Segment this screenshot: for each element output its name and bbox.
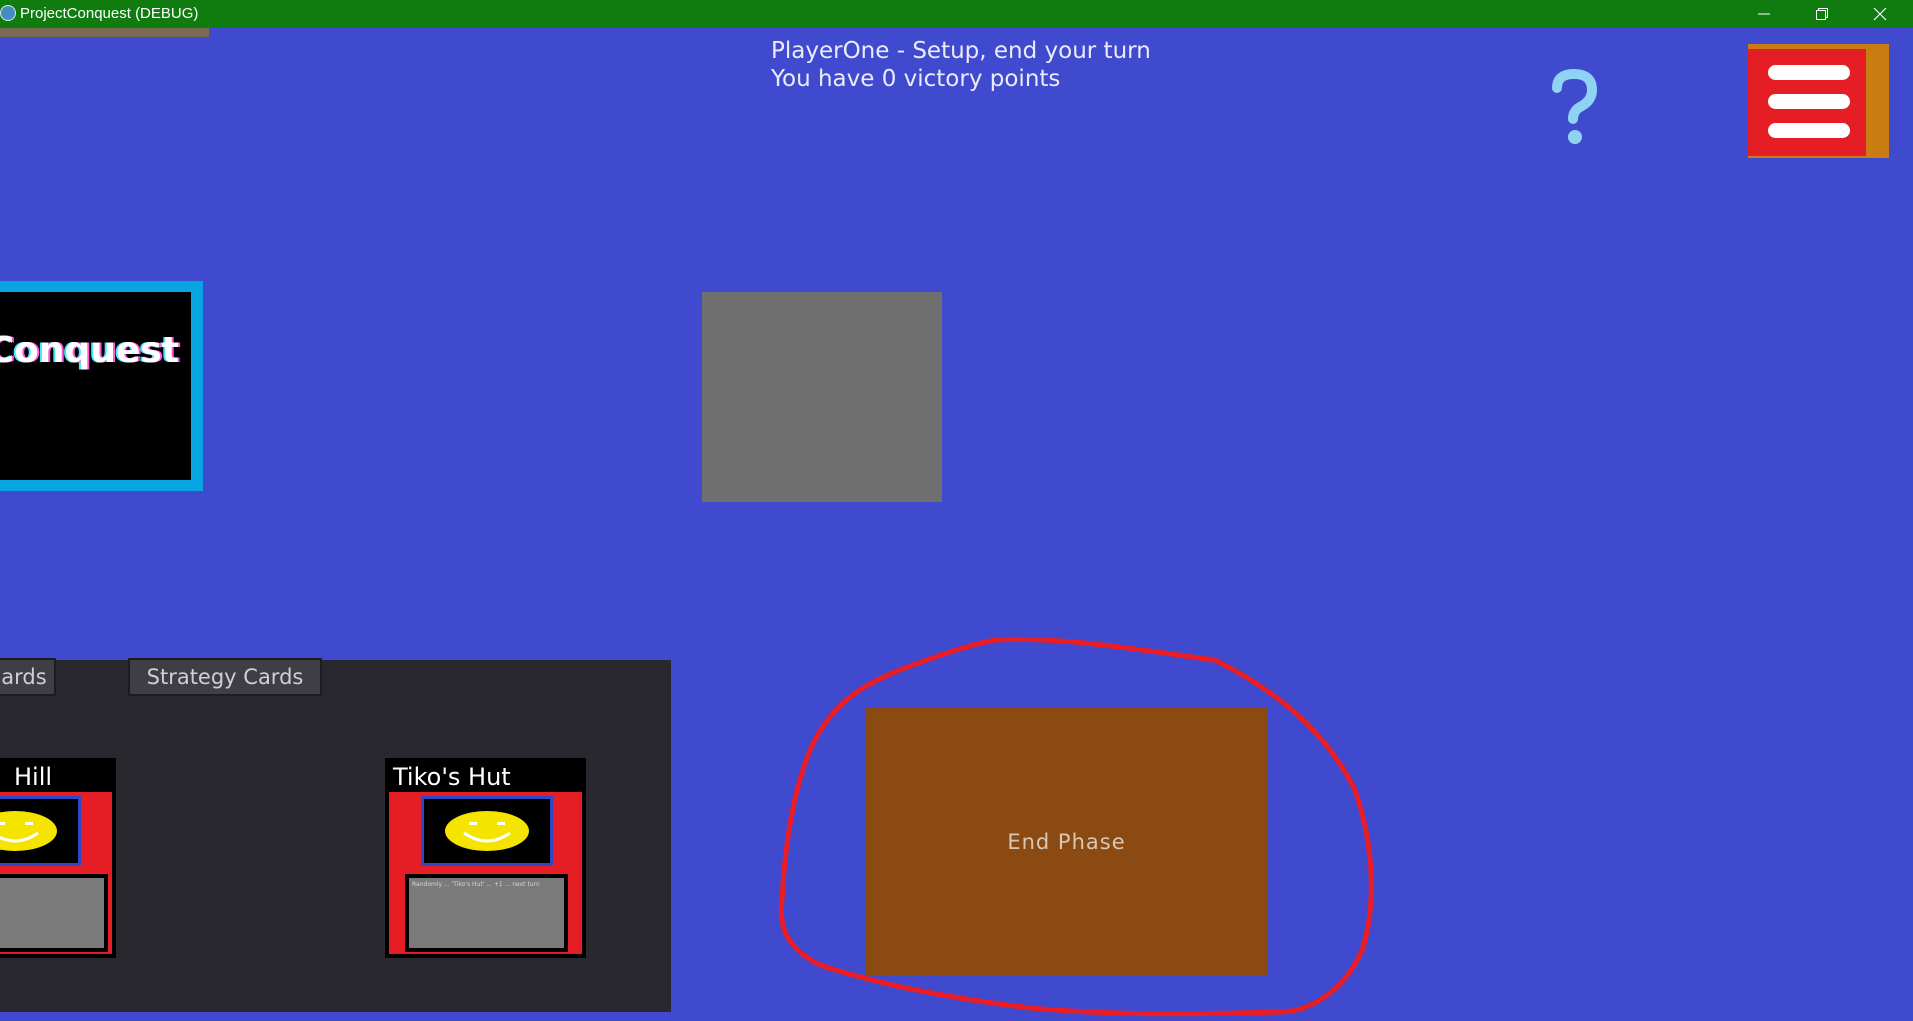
minimize-button[interactable] bbox=[1735, 0, 1793, 28]
minimize-icon bbox=[1758, 13, 1770, 15]
card-description: Randomly ... 'Tiko's Hut' ... +1 ... nex… bbox=[409, 878, 564, 948]
conquest-label: Conquest bbox=[0, 330, 179, 371]
window-title: ProjectConquest (DEBUG) bbox=[20, 5, 199, 22]
tab-strategy-cards[interactable]: Strategy Cards bbox=[128, 658, 322, 696]
card-description: ...n victory points gai... bbox=[0, 878, 104, 948]
restore-icon bbox=[1816, 8, 1828, 20]
card-description-box: ...n victory points gai... bbox=[0, 874, 108, 952]
window-title-bar: ProjectConquest (DEBUG) bbox=[0, 0, 1913, 28]
card-title: Tiko's Hut bbox=[389, 762, 582, 792]
smiley-face-icon bbox=[421, 796, 553, 866]
tab-cards[interactable]: ards bbox=[0, 658, 56, 696]
smiley-face-icon bbox=[0, 796, 81, 866]
close-icon bbox=[1873, 7, 1887, 21]
question-mark-icon[interactable] bbox=[1540, 66, 1630, 150]
hand-card-tikos-hut[interactable]: Tiko's Hut Randomly ... 'Tiko's Hut' ...… bbox=[385, 758, 586, 958]
turn-status-text: PlayerOne - Setup, end your turn bbox=[771, 38, 1151, 64]
app-icon bbox=[0, 5, 16, 21]
end-phase-button[interactable]: End Phase bbox=[866, 708, 1267, 976]
victory-points-text: You have 0 victory points bbox=[771, 66, 1061, 92]
hand-card-hill[interactable]: Hill ...n victory points gai... bbox=[0, 758, 116, 958]
hamburger-menu-icon bbox=[1748, 49, 1866, 156]
menu-button[interactable] bbox=[1748, 44, 1889, 158]
top-left-strip bbox=[0, 28, 209, 37]
card-description-box: Randomly ... 'Tiko's Hut' ... +1 ... nex… bbox=[405, 874, 568, 952]
close-button[interactable] bbox=[1851, 0, 1909, 28]
restore-button[interactable] bbox=[1793, 0, 1851, 28]
play-area-slot[interactable] bbox=[702, 292, 942, 502]
card-title: Hill bbox=[0, 762, 112, 792]
conquest-deck-card[interactable]: Conquest bbox=[0, 281, 203, 491]
